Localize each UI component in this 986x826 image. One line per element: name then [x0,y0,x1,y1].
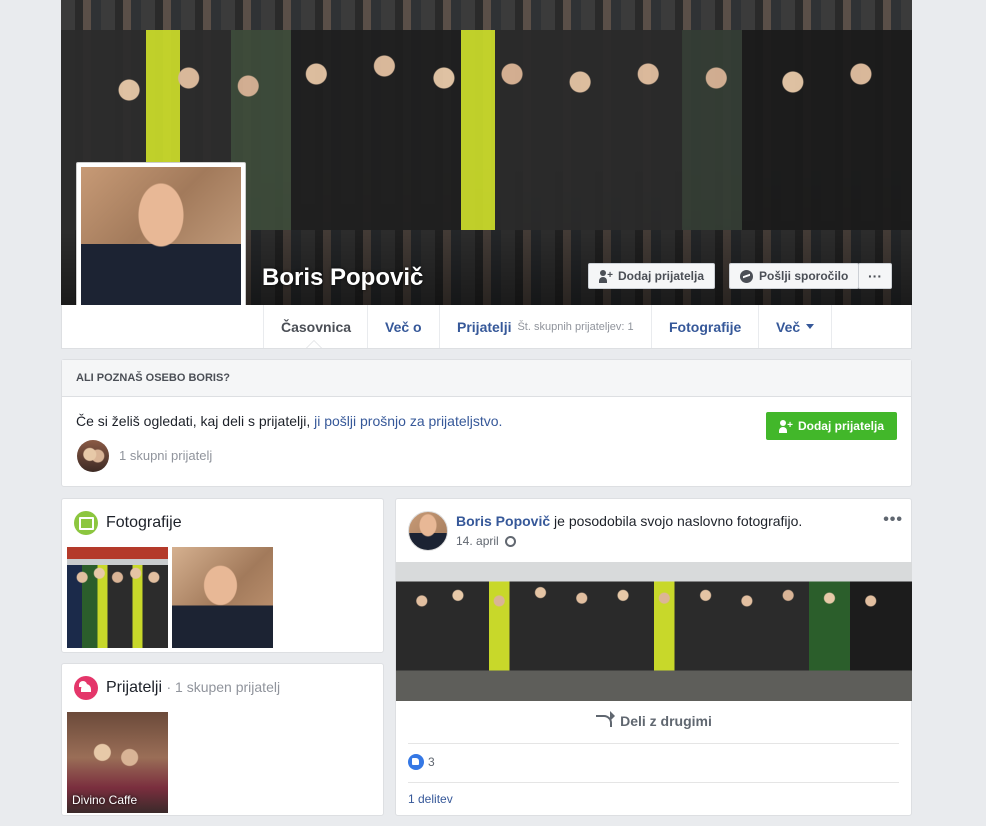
friends-card-subtitle: · 1 skupen prijatelj [166,679,281,695]
photo-thumbnail[interactable] [67,547,168,648]
photos-icon [74,511,98,535]
friend-thumbnail[interactable]: Divino Caffe [67,712,168,813]
know-person-text: Če si želiš ogledati, kaj deli s prijate… [76,413,502,429]
chevron-down-icon [806,324,815,329]
add-friend-label: Dodaj prijatelja [618,269,705,283]
globe-icon[interactable] [504,535,516,547]
post-card: Boris Popovič je posodobila svojo naslov… [395,498,912,816]
photos-card-title[interactable]: Fotografije [106,514,182,532]
more-options-button[interactable]: ··· [858,263,892,289]
know-person-text-body: Če si želiš ogledati, kaj deli s prijate… [76,413,315,429]
tab-photos[interactable]: Fotografije [651,305,759,348]
share-count[interactable]: 1 delitev [408,792,453,806]
post-date[interactable]: 14. april [456,534,499,548]
tab-photos-label: Fotografije [669,318,742,335]
mutual-friend-avatar[interactable] [77,440,109,472]
share-icon [596,711,616,727]
send-message-label: Pošlji sporočilo [759,269,849,283]
more-options-label: ··· [868,268,882,284]
add-friend-green-label: Dodaj prijatelja [797,419,884,433]
friends-icon [74,676,98,700]
profile-picture-image [81,167,241,327]
profile-name[interactable]: Boris Popovič [262,264,423,292]
add-friend-icon: + [599,269,613,283]
post-action-text: je posodobila svojo naslovno fotografijo… [550,513,803,529]
mutual-friend-text[interactable]: 1 skupni prijatelj [119,448,212,463]
post-meta: 14. april [456,534,516,548]
profile-nav-bar: Časovnica Več o Prijatelji Št. skupnih p… [61,305,912,349]
messenger-icon [740,269,753,283]
post-author-name[interactable]: Boris Popovič [456,513,550,529]
post-author-avatar[interactable] [408,511,448,551]
friends-card-title: Prijatelji · 1 skupen prijatelj [106,679,280,697]
divider [408,743,899,744]
send-friend-request-link[interactable]: ji pošlji prošnjo za prijateljstvo. [314,413,502,429]
like-icon [408,754,424,770]
know-person-card: ALI POZNAŠ OSEBO BORIS? Če si želiš ogle… [61,359,912,487]
friends-card-title-label[interactable]: Prijatelji [106,679,162,696]
tab-friends[interactable]: Prijatelji Št. skupnih prijateljev: 1 [439,305,652,348]
active-tab-pointer [306,340,322,348]
tab-friends-label: Prijatelji [457,318,512,335]
tab-about-label: Več o [385,318,422,335]
friends-card: Prijatelji · 1 skupen prijatelj Divino C… [61,663,384,816]
post-more-icon[interactable]: ••• [883,511,903,529]
tab-more-label: Več [776,318,801,335]
post-image[interactable] [396,562,912,701]
photos-card: Fotografije [61,498,384,653]
tab-about[interactable]: Več o [367,305,440,348]
add-friend-button[interactable]: + Dodaj prijatelja [588,263,716,289]
like-count-value: 3 [428,755,435,769]
share-button[interactable]: Deli z drugimi [396,703,912,739]
photo-thumbnail[interactable] [172,547,273,648]
send-message-button[interactable]: Pošlji sporočilo [729,263,860,289]
like-count[interactable]: 3 [408,754,435,770]
friend-name[interactable]: Divino Caffe [72,793,137,807]
post-header-text: Boris Popovič je posodobila svojo naslov… [456,513,802,529]
know-person-header: ALI POZNAŠ OSEBO BORIS? [62,360,911,397]
tab-timeline-label: Časovnica [281,318,352,335]
add-friend-icon: + [778,419,793,433]
mutual-friends-count: Št. skupnih prijateljev: 1 [517,320,634,333]
tab-more[interactable]: Več [758,305,832,348]
share-button-label: Deli z drugimi [620,713,712,729]
add-friend-green-button[interactable]: + Dodaj prijatelja [765,412,897,440]
divider [408,782,899,783]
